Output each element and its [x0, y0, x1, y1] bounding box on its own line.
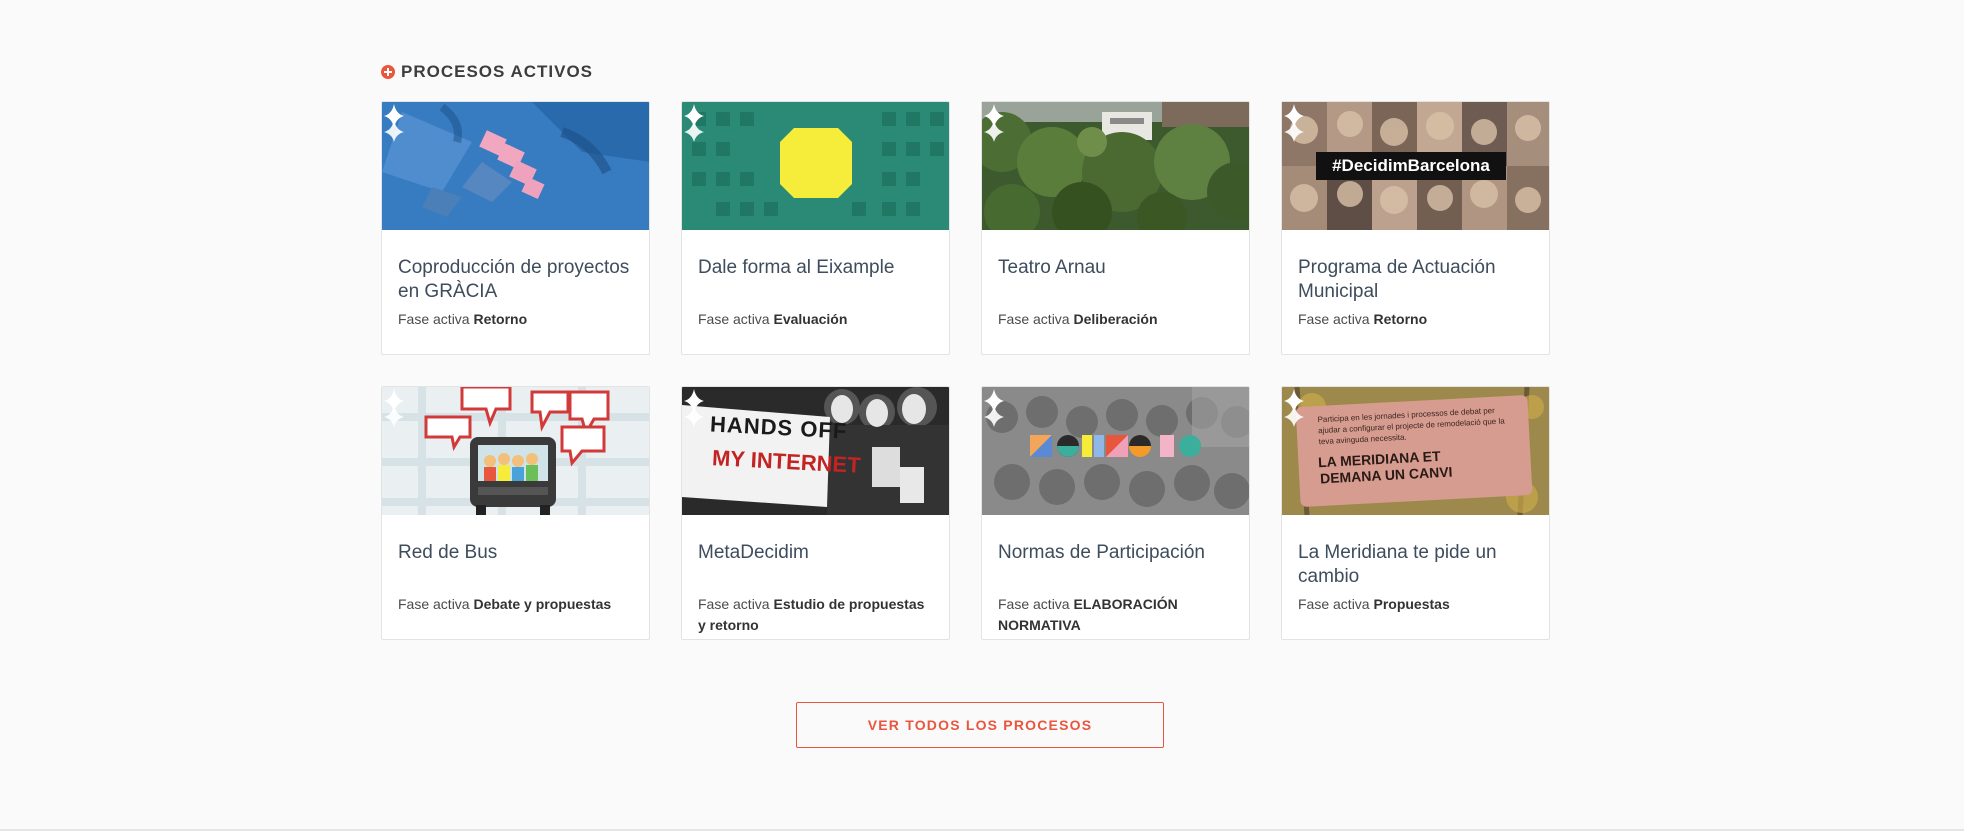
process-card[interactable]: Normas de Participación Fase activa ELAB…: [981, 386, 1250, 640]
card-title[interactable]: Red de Bus: [398, 541, 633, 589]
card-phase: Fase activa Retorno: [1298, 311, 1428, 327]
section-title: PROCESOS ACTIVOS: [401, 62, 594, 81]
card-title[interactable]: Coproducción de proyectos en GRÀCIA: [398, 256, 633, 304]
card-image[interactable]: [982, 387, 1249, 515]
plus-circle-icon: [381, 65, 395, 79]
card-phase: Fase activa Propuestas: [1298, 596, 1450, 612]
process-card[interactable]: Dale forma al Eixample Fase activa Evalu…: [681, 101, 950, 355]
section-header: PROCESOS ACTIVOS: [381, 62, 593, 82]
card-title[interactable]: MetaDecidim: [698, 541, 933, 589]
card-image[interactable]: [382, 102, 649, 230]
card-image[interactable]: [982, 102, 1249, 230]
sparkle-icon: [684, 104, 704, 142]
process-card[interactable]: Coproducción de proyectos en GRÀCIA Fase…: [381, 101, 650, 355]
sparkle-icon: [384, 104, 404, 142]
sparkle-icon: [684, 389, 704, 427]
card-image[interactable]: [682, 102, 949, 230]
card-phase: Fase activa Evaluación: [698, 311, 848, 327]
process-card[interactable]: Teatro Arnau Fase activa Deliberación: [981, 101, 1250, 355]
card-title[interactable]: Teatro Arnau: [998, 256, 1233, 304]
card-image[interactable]: Participa en les jornades i processos de…: [1282, 387, 1549, 515]
sparkle-icon: [984, 104, 1004, 142]
process-card[interactable]: Participa en les jornades i processos de…: [1281, 386, 1550, 640]
card-phase: Fase activa Debate y propuestas: [398, 596, 612, 612]
hashtag-label: #DecidimBarcelona: [1332, 156, 1490, 175]
card-phase: Fase activa Retorno: [398, 311, 528, 327]
sparkle-icon: [1284, 104, 1304, 142]
process-card[interactable]: HANDS OFF MY INTERNET MetaDecidim Fase a…: [681, 386, 950, 640]
card-title[interactable]: La Meridiana te pide un cambio: [1298, 541, 1533, 589]
card-title[interactable]: Programa de Actuación Municipal: [1298, 256, 1533, 304]
sparkle-icon: [1284, 389, 1304, 427]
process-card[interactable]: Red de Bus Fase activa Debate y propuest…: [381, 386, 650, 640]
process-card[interactable]: #DecidimBarcelona Programa de Actuación …: [1281, 101, 1550, 355]
card-phase: Fase activa Deliberación: [998, 311, 1158, 327]
card-image[interactable]: #DecidimBarcelona: [1282, 102, 1549, 230]
card-phase: Fase activa Estudio de propuestas y reto…: [698, 596, 925, 633]
sparkle-icon: [984, 389, 1004, 427]
card-image[interactable]: HANDS OFF MY INTERNET: [682, 387, 949, 515]
card-phase: Fase activa ELABORACIÓN NORMATIVA: [998, 596, 1178, 633]
card-title[interactable]: Normas de Participación: [998, 541, 1233, 589]
sparkle-icon: [384, 389, 404, 427]
card-title[interactable]: Dale forma al Eixample: [698, 256, 933, 304]
view-all-processes-button[interactable]: VER TODOS LOS PROCESOS: [796, 702, 1164, 748]
card-image[interactable]: [382, 387, 649, 515]
process-grid: Coproducción de proyectos en GRÀCIA Fase…: [381, 101, 1550, 640]
